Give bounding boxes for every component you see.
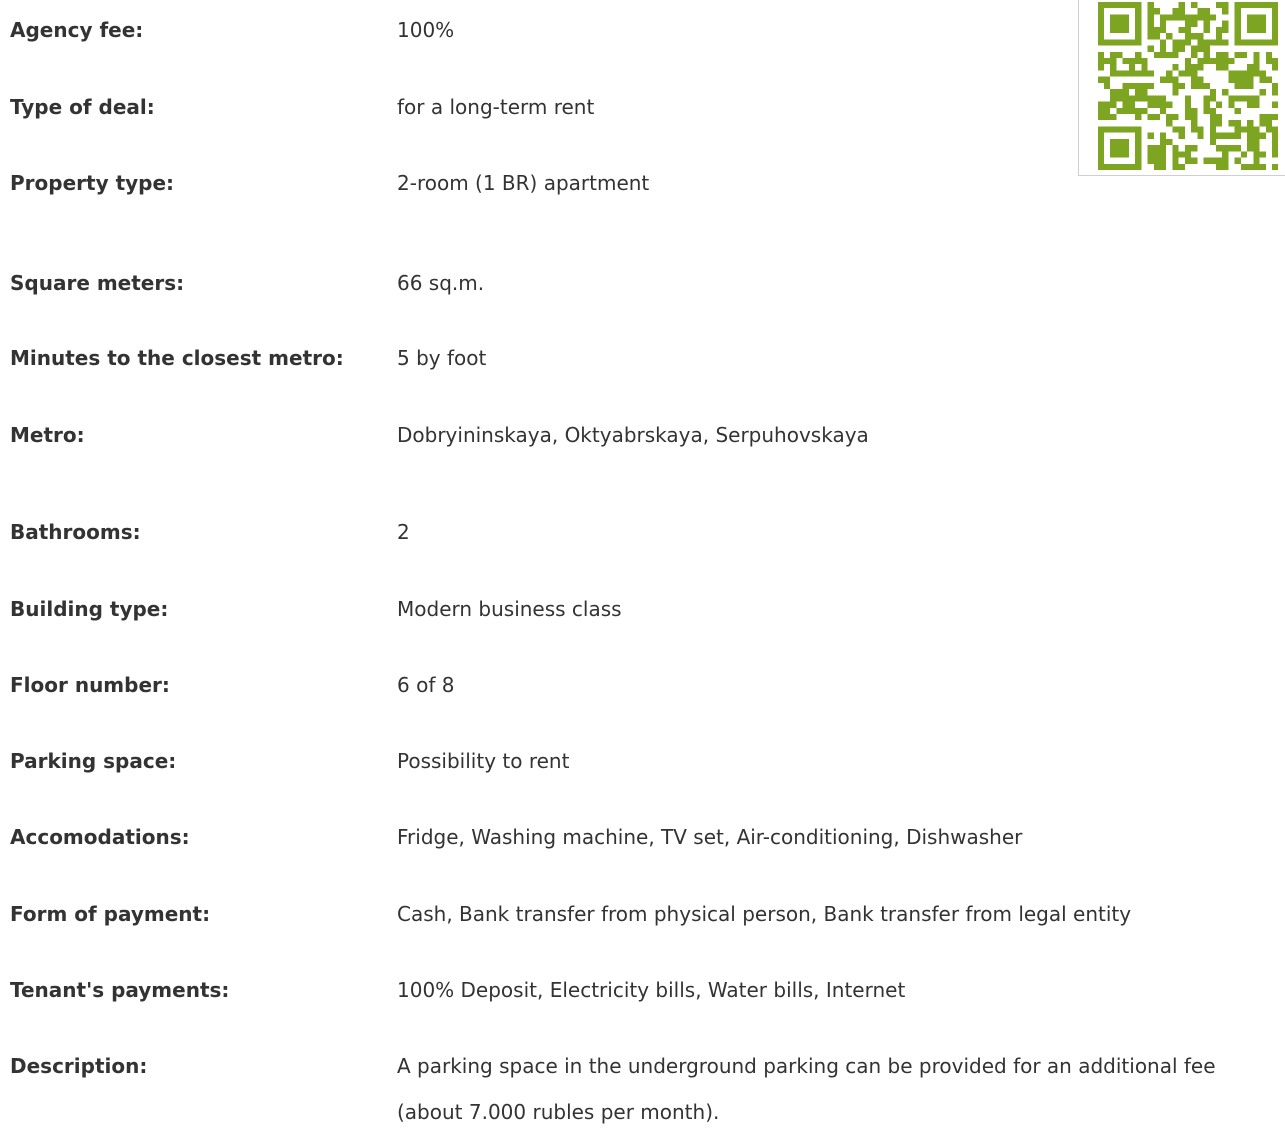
detail-label: Minutes to the closest metro: bbox=[10, 346, 344, 370]
detail-value: for a long-term rent bbox=[397, 95, 595, 119]
detail-label: Property type: bbox=[10, 171, 175, 195]
detail-value: 66 sq.m. bbox=[397, 271, 485, 295]
detail-label: Type of deal: bbox=[10, 95, 155, 119]
detail-row-square-meters: Square meters: 66 sq.m. bbox=[10, 268, 1285, 298]
detail-row-tenants-payments: Tenant's payments: 100% Deposit, Electri… bbox=[10, 975, 1285, 1005]
detail-value: Modern business class bbox=[397, 597, 622, 621]
detail-value: 5 by foot bbox=[397, 346, 487, 370]
detail-label: Floor number: bbox=[10, 673, 170, 697]
detail-row-floor-number: Floor number: 6 of 8 bbox=[10, 670, 1285, 700]
detail-value: 100% bbox=[397, 18, 455, 42]
qr-code-icon bbox=[1097, 2, 1279, 170]
detail-value: A parking space in the underground parki… bbox=[397, 1054, 1216, 1124]
detail-value: Fridge, Washing machine, TV set, Air-con… bbox=[397, 825, 1023, 849]
detail-label: Tenant's payments: bbox=[10, 978, 230, 1002]
detail-label: Building type: bbox=[10, 597, 169, 621]
detail-label: Square meters: bbox=[10, 271, 185, 295]
detail-row-metro: Metro: Dobryininskaya, Oktyabrskaya, Ser… bbox=[10, 420, 1285, 450]
detail-value: 2 bbox=[397, 520, 410, 544]
detail-row-minutes-to-metro: Minutes to the closest metro: 5 by foot bbox=[10, 343, 1285, 373]
detail-value: Dobryininskaya, Oktyabrskaya, Serpuhovsk… bbox=[397, 423, 869, 447]
detail-label: Bathrooms: bbox=[10, 520, 141, 544]
detail-value: 6 of 8 bbox=[397, 673, 455, 697]
detail-label: Description: bbox=[10, 1054, 148, 1078]
detail-row-description: Description: A parking space in the unde… bbox=[10, 1051, 1285, 1124]
detail-row-form-of-payment: Form of payment: Cash, Bank transfer fro… bbox=[10, 899, 1285, 929]
detail-label: Accomodations: bbox=[10, 825, 190, 849]
detail-label: Parking space: bbox=[10, 749, 177, 773]
detail-row-parking-space: Parking space: Possibility to rent bbox=[10, 746, 1285, 776]
detail-label: Form of payment: bbox=[10, 902, 211, 926]
detail-row-bathrooms: Bathrooms: 2 bbox=[10, 517, 1285, 547]
detail-row-accomodations: Accomodations: Fridge, Washing machine, … bbox=[10, 822, 1285, 852]
detail-label: Agency fee: bbox=[10, 18, 144, 42]
qr-code-frame bbox=[1078, 0, 1285, 176]
detail-value: 100% Deposit, Electricity bills, Water b… bbox=[397, 978, 906, 1002]
detail-label: Metro: bbox=[10, 423, 85, 447]
detail-value: Cash, Bank transfer from physical person… bbox=[397, 902, 1132, 926]
detail-value: Possibility to rent bbox=[397, 749, 570, 773]
detail-value: 2-room (1 BR) apartment bbox=[397, 171, 650, 195]
detail-row-building-type: Building type: Modern business class bbox=[10, 594, 1285, 624]
